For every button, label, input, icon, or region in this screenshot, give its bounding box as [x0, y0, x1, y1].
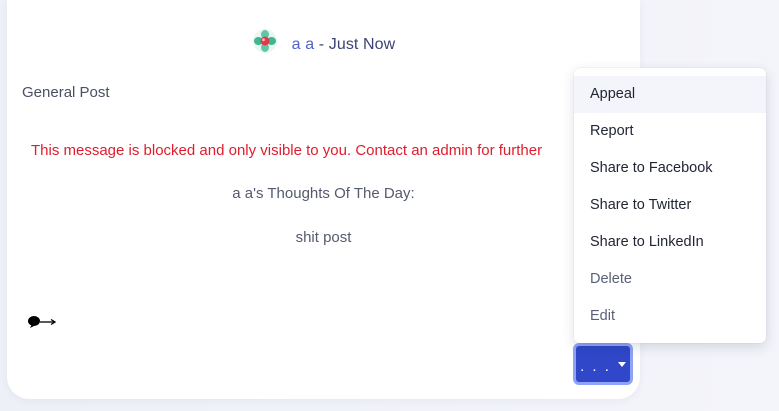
- avatar[interactable]: [252, 28, 278, 54]
- more-options-label: . . .: [580, 357, 611, 375]
- comment-toggle[interactable]: [27, 312, 59, 332]
- avatar-flower-icon: [252, 29, 277, 53]
- more-options-button[interactable]: . . .: [573, 343, 633, 385]
- post-time: Just Now: [328, 36, 396, 53]
- menu-item-appeal[interactable]: Appeal: [574, 76, 766, 113]
- meta-separator: -: [314, 36, 329, 53]
- post-meta: a a - Just Now: [292, 36, 396, 54]
- menu-item-share-twitter[interactable]: Share to Twitter: [574, 187, 766, 224]
- post-card: a a - Just Now General Post This message…: [7, 0, 640, 399]
- page: a a - Just Now General Post This message…: [0, 0, 779, 411]
- speech-bubble-arrow-icon: [28, 316, 57, 328]
- post-type-label: General Post: [22, 84, 110, 101]
- author-name[interactable]: a a: [292, 36, 315, 53]
- menu-item-report[interactable]: Report: [574, 113, 766, 150]
- caret-down-icon: [617, 361, 626, 367]
- post-body: shit post: [295, 229, 352, 246]
- options-dropdown-menu: Appeal Report Share to Facebook Share to…: [574, 68, 766, 343]
- menu-item-share-linkedin[interactable]: Share to LinkedIn: [574, 224, 766, 261]
- menu-item-share-facebook[interactable]: Share to Facebook: [574, 150, 766, 187]
- menu-item-delete[interactable]: Delete: [574, 261, 766, 298]
- blocked-message: This message is blocked and only visible…: [31, 142, 543, 159]
- post-header: a a - Just Now: [7, 29, 640, 58]
- thoughts-title: a a's Thoughts Of The Day:: [232, 185, 415, 202]
- menu-item-edit[interactable]: Edit: [574, 298, 766, 335]
